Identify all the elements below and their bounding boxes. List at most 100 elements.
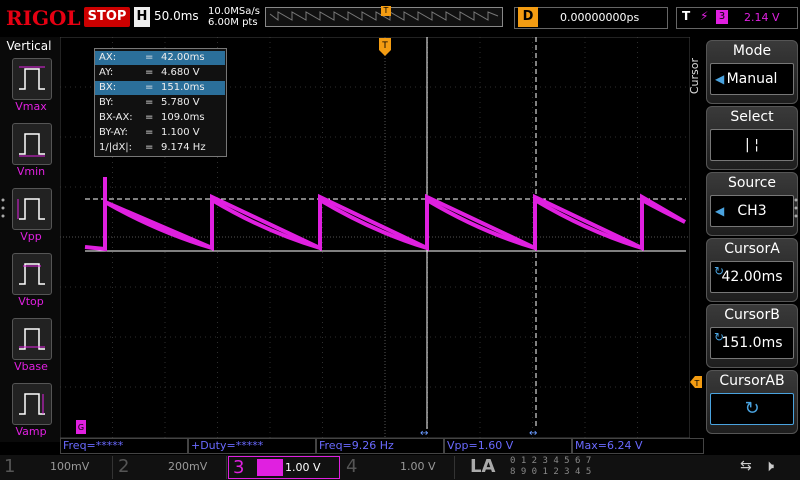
cursor-a-menu-button[interactable]: CursorA ↻ 42.00ms (706, 238, 798, 302)
measure-duty[interactable]: +Duty=***** (188, 438, 316, 454)
mode-label: Mode (732, 43, 772, 59)
channel-scale: 1.00 V (285, 461, 321, 474)
trigger-level: 2.14 V (744, 11, 780, 24)
memory-trigger-marker: T (381, 6, 391, 16)
memory-depth: 6.00M pts (208, 17, 258, 28)
delay-value: 0.00000000ps (560, 11, 640, 24)
speaker-mute-icon[interactable]: 🕨 (764, 456, 774, 476)
cursor-readout-row: BX: = 151.0ms (95, 81, 225, 95)
trigger-source-badge: 3 (716, 10, 728, 24)
vmax-button[interactable] (12, 58, 52, 100)
channel-4-tab[interactable]: 4 1.00 V (342, 456, 455, 479)
vmin-icon (19, 133, 45, 157)
select-menu-button[interactable]: Select | ¦ (706, 106, 798, 170)
usb-icon: ⇆ (740, 458, 752, 474)
svg-text:G: G (78, 423, 84, 432)
rigol-logo: RIGOL (6, 6, 81, 30)
channel-scale: 100mV (50, 460, 90, 473)
cursor-ab-label: CursorAB (719, 373, 785, 389)
select-value: | ¦ (710, 129, 794, 161)
readout-value: 9.174 Hz (161, 142, 206, 153)
readout-key: AX: (99, 52, 117, 63)
select-arrow-icon: ◀ (715, 204, 725, 218)
select-arrow-icon: ◀ (715, 72, 725, 86)
measure-freq[interactable]: Freq=9.26 Hz (316, 438, 444, 454)
channel-2-tab[interactable]: 2 200mV (114, 456, 227, 479)
delay-badge: D (518, 7, 538, 27)
readout-value: 4.680 V (161, 67, 200, 78)
cursor-a-value: ↻ 42.00ms (710, 261, 794, 293)
mode-value: ◀ Manual (710, 63, 794, 95)
svg-text:T: T (694, 379, 700, 388)
vmax-label: Vmax (15, 100, 47, 113)
cursor-b-menu-button[interactable]: CursorB ↻ 151.0ms (706, 304, 798, 368)
left-page-dots-icon (1, 198, 5, 218)
vmin-button[interactable] (12, 123, 52, 165)
vpp-button[interactable] (12, 188, 52, 230)
cursor-ab-menu-button[interactable]: CursorAB ↻ (706, 370, 798, 434)
channel-number: 1 (4, 456, 16, 477)
vamp-button[interactable] (12, 383, 52, 425)
vpp-icon (17, 198, 45, 220)
readout-value: 151.0ms (161, 82, 205, 93)
trigger-level-marker[interactable]: T (690, 376, 702, 388)
timebase-value[interactable]: 50.0ms (154, 9, 199, 23)
trigger-badge: T (682, 9, 691, 23)
measure-panel-title: Vertical (6, 39, 52, 53)
cursor-menu-title: Cursor (688, 58, 701, 95)
run-stop-status[interactable]: STOP (84, 7, 130, 27)
cursor-b-value: ↻ 151.0ms (710, 327, 794, 359)
knob-icon: ↻ (744, 398, 760, 419)
cursor-b-label: CursorB (724, 307, 780, 323)
vtop-button[interactable] (12, 253, 52, 295)
cursor-ab-value: ↻ (710, 393, 794, 425)
readout-key: BY: (99, 97, 114, 108)
vamp-icon (19, 393, 45, 415)
cursor-readout-row: 1/|dX|: = 9.174 Hz (99, 142, 206, 153)
channel-scale: 200mV (168, 460, 208, 473)
knob-icon: ↻ (714, 330, 725, 344)
source-menu-button[interactable]: Source ◀ CH3 (706, 172, 798, 236)
mode-menu-button[interactable]: Mode ◀ Manual (706, 40, 798, 104)
source-value: ◀ CH3 (710, 195, 794, 227)
trigger-position-marker[interactable]: T (379, 38, 391, 56)
channel-1-tab[interactable]: 1 100mV (0, 456, 113, 479)
readout-value: 5.780 V (161, 97, 200, 108)
channel-number: 2 (118, 456, 130, 477)
readout-value: 42.00ms (161, 52, 205, 63)
vmax-icon (19, 66, 45, 90)
channel-3-coupling-icon (257, 459, 283, 476)
readout-key: BX-AX: (99, 112, 133, 123)
readout-key: AY: (99, 67, 114, 78)
measure-vpp[interactable]: Vpp=1.60 V (444, 438, 572, 454)
channel-scale: 1.00 V (400, 460, 436, 473)
ch3-ground-marker[interactable]: G (76, 420, 86, 434)
cursor-a-label: CursorA (724, 241, 780, 257)
cursor-readout-row: BY-AY: = 1.100 V (99, 127, 200, 138)
cursor-readout-row: AY: = 4.680 V (99, 67, 200, 78)
vbase-button[interactable] (12, 318, 52, 360)
la-label: LA (470, 456, 496, 477)
vmin-label: Vmin (16, 165, 46, 178)
sample-rate: 10.0MSa/s (208, 6, 260, 17)
la-digits: 0 1 2 3 4 5 6 7 8 9 0 1 2 3 4 5 (510, 456, 592, 477)
readout-value: 109.0ms (161, 112, 205, 123)
rising-edge-icon: ⚡ (700, 9, 709, 23)
readout-value: 1.100 V (161, 127, 200, 138)
readout-key: 1/|dX|: (99, 142, 133, 153)
vbase-icon (19, 328, 45, 350)
logic-analyzer-tab[interactable]: LA 0 1 2 3 4 5 6 7 8 9 0 1 2 3 4 5 (458, 456, 608, 479)
channel-number: 4 (346, 456, 358, 477)
readout-key: BY-AY: (99, 127, 128, 138)
knob-icon: ↻ (714, 264, 725, 278)
vbase-label: Vbase (14, 360, 48, 373)
measure-freq-none[interactable]: Freq=***** (60, 438, 188, 454)
cursor-readout-row: BX-AX: = 109.0ms (99, 112, 205, 123)
channel-number: 3 (233, 457, 245, 478)
vamp-label: Vamp (15, 425, 47, 438)
acquisition-info: 10.0MSa/s 6.00M pts (208, 6, 260, 28)
readout-key: BX: (99, 82, 117, 93)
vpp-label: Vpp (20, 230, 42, 243)
channel-3-tab[interactable]: 3 1.00 V (228, 456, 340, 479)
measure-max[interactable]: Max=6.24 V (572, 438, 704, 454)
